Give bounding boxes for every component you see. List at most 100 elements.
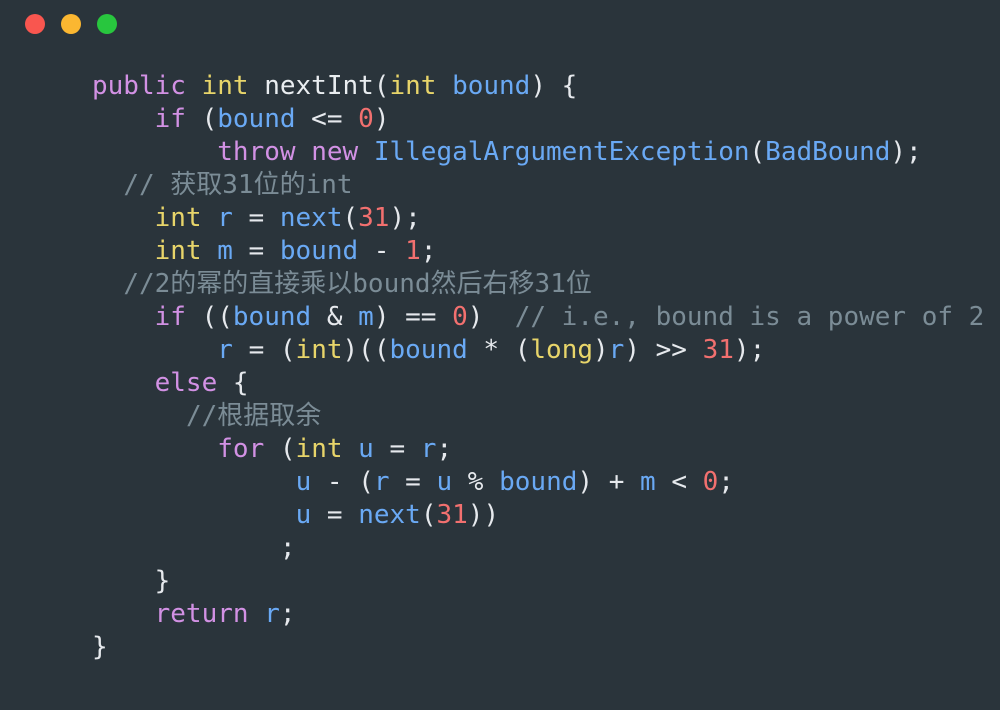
- code-token-kw: if: [154, 104, 186, 134]
- code-token-var: bound: [452, 71, 531, 101]
- code-token-var: u: [358, 434, 374, 464]
- code-line: if (bound <= 0): [0, 103, 1000, 136]
- code-token-punc: (: [264, 434, 296, 464]
- code-line: u = next(31)): [0, 499, 1000, 532]
- code-token-var: u: [295, 467, 312, 497]
- code-token-type: int: [295, 335, 343, 365]
- code-editor[interactable]: public int nextInt(int bound) {if (bound…: [0, 48, 1000, 664]
- code-token-punc: -: [358, 236, 406, 266]
- code-token-num: 31: [436, 500, 468, 530]
- code-token-type: int: [154, 236, 202, 266]
- code-token-punc: * (: [467, 335, 531, 365]
- code-token-num: 1: [405, 236, 421, 266]
- code-token-punc: %: [452, 467, 500, 497]
- code-token-num: 0: [452, 302, 468, 332]
- code-token-var: m: [217, 236, 233, 266]
- code-token-var: next: [279, 203, 343, 233]
- code-token-var: u: [295, 500, 312, 530]
- code-token-num: 0: [702, 467, 719, 497]
- code-token-punc: = (: [232, 335, 296, 365]
- code-token-var: bound: [499, 467, 578, 497]
- code-token-type: int: [295, 434, 343, 464]
- code-token-punc: ): [373, 104, 390, 134]
- minimize-window-button[interactable]: [61, 14, 81, 34]
- code-token-punc: );: [890, 137, 922, 167]
- code-token-punc: (: [342, 203, 359, 233]
- code-token-punc: [296, 137, 312, 167]
- code-token-type: long: [530, 335, 594, 365]
- code-line: //根据取余: [0, 400, 1000, 433]
- code-token-var: u: [436, 467, 453, 497]
- code-token-cmt: //根据取余: [185, 401, 322, 431]
- code-token-num: 31: [702, 335, 734, 365]
- code-token-kw: throw: [217, 137, 296, 167]
- code-token-var: IllegalArgumentException: [373, 137, 750, 167]
- code-token-var: bound: [389, 335, 468, 365]
- code-line: }: [0, 631, 1000, 664]
- code-line: return r;: [0, 598, 1000, 631]
- code-token-num: 0: [358, 104, 374, 134]
- code-token-punc: ;: [436, 434, 453, 464]
- code-token-punc: ) ==: [373, 302, 453, 332]
- code-token-punc: }: [154, 566, 171, 596]
- code-token-type: int: [389, 71, 437, 101]
- code-token-kw: if: [154, 302, 186, 332]
- code-token-kw: return: [154, 599, 249, 629]
- close-window-button[interactable]: [25, 14, 45, 34]
- code-token-punc: =: [389, 467, 437, 497]
- code-token-punc: ;: [279, 599, 296, 629]
- code-token-punc: ) {: [530, 71, 578, 101]
- code-token-var: bound: [217, 104, 296, 134]
- code-token-var: BadBound: [765, 137, 891, 167]
- code-line: for (int u = r;: [0, 433, 1000, 466]
- code-token-punc: }: [92, 632, 108, 662]
- code-line: ;: [0, 532, 1000, 565]
- code-token-var: bound: [279, 236, 359, 266]
- code-token-var: m: [358, 302, 374, 332]
- code-window: public int nextInt(int bound) {if (bound…: [0, 0, 1000, 710]
- code-token-var: r: [608, 335, 625, 365]
- code-line: else {: [0, 367, 1000, 400]
- code-token-punc: )): [467, 500, 500, 530]
- code-token-punc: [202, 236, 218, 266]
- maximize-window-button[interactable]: [97, 14, 117, 34]
- code-token-punc: ((: [185, 302, 233, 332]
- code-line: u - (r = u % bound) + m < 0;: [0, 466, 1000, 499]
- code-line: }: [0, 565, 1000, 598]
- code-token-punc: ;: [718, 467, 734, 497]
- code-token-punc: =: [232, 236, 280, 266]
- code-line: int r = next(31);: [0, 202, 1000, 235]
- code-token-punc: ) >>: [624, 335, 703, 365]
- code-token-punc: [343, 434, 359, 464]
- code-token-kw: for: [217, 434, 265, 464]
- code-token-var: r: [420, 434, 437, 464]
- window-titlebar: [0, 0, 1000, 48]
- code-token-punc: =: [311, 500, 359, 530]
- code-token-var: next: [358, 500, 421, 530]
- code-token-punc: ): [467, 302, 515, 332]
- code-token-punc: );: [389, 203, 421, 233]
- code-token-punc: );: [733, 335, 766, 365]
- code-token-punc: ) +: [577, 467, 641, 497]
- code-token-punc: ;: [420, 236, 437, 266]
- code-token-punc: (: [420, 500, 437, 530]
- code-token-punc: =: [232, 203, 280, 233]
- code-token-type: int: [201, 71, 249, 101]
- code-token-cmt: // 获取31位的int: [123, 170, 353, 200]
- code-token-num: 31: [358, 203, 390, 233]
- code-line: if ((bound & m) == 0) // i.e., bound is …: [0, 301, 1000, 334]
- code-token-punc: (: [749, 137, 766, 167]
- code-token-kw: new: [311, 137, 359, 167]
- code-token-punc: <: [655, 467, 703, 497]
- code-line: r = (int)((bound * (long)r) >> 31);: [0, 334, 1000, 367]
- code-token-kw: else: [154, 368, 218, 398]
- code-token-punc: [186, 71, 202, 101]
- code-token-var: m: [640, 467, 656, 497]
- code-token-var: bound: [232, 302, 312, 332]
- code-token-punc: ;: [279, 533, 296, 563]
- code-line: // 获取31位的int: [0, 169, 1000, 202]
- code-line: throw new IllegalArgumentException(BadBo…: [0, 136, 1000, 169]
- code-token-var: r: [217, 335, 233, 365]
- code-token-punc: )((: [342, 335, 390, 365]
- code-token-punc: [249, 599, 265, 629]
